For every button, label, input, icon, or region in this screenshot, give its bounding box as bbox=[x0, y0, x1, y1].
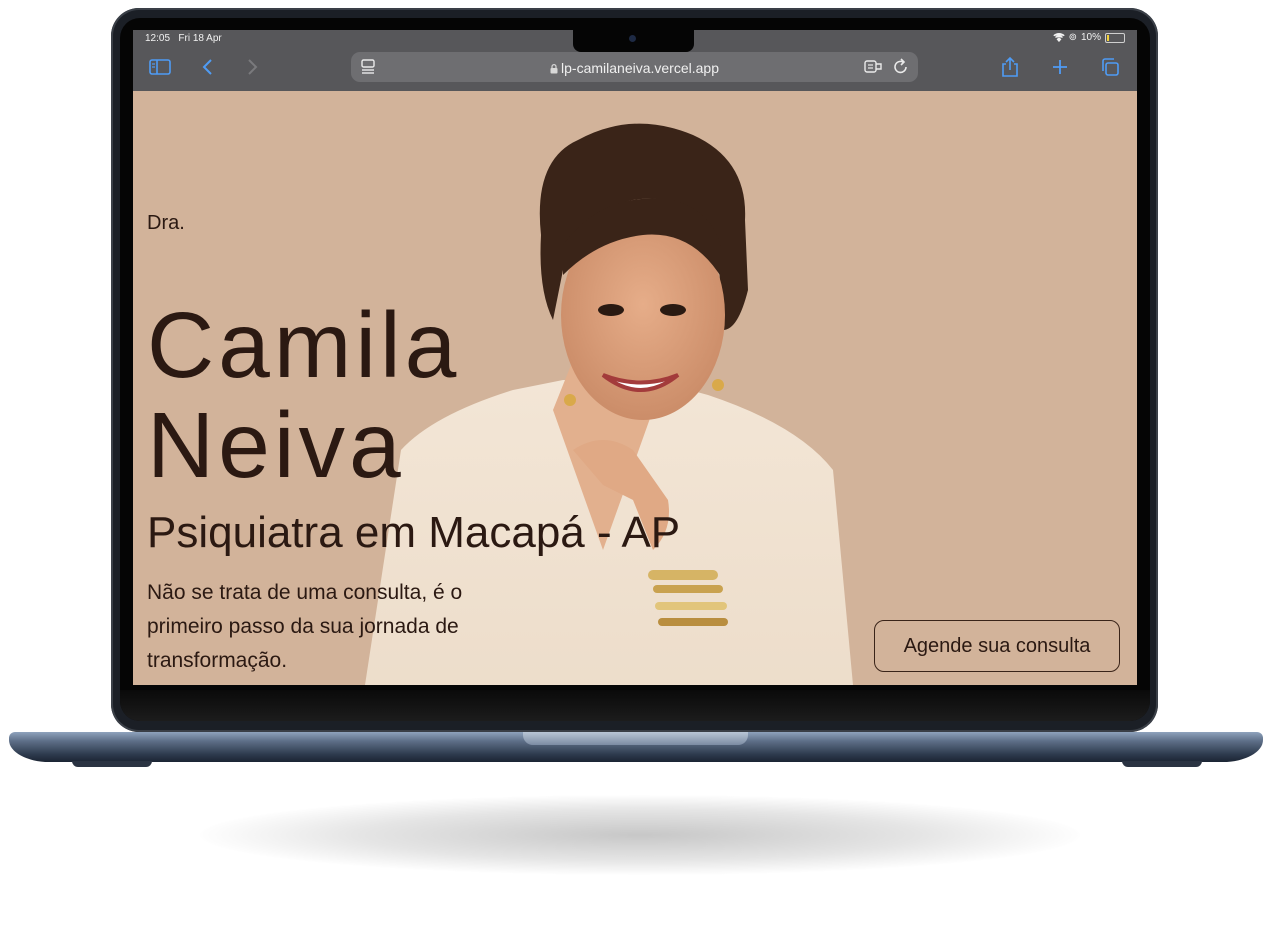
battery-percent: 10% bbox=[1080, 32, 1101, 43]
url-text: lp-camilaneiva.vercel.app bbox=[561, 60, 719, 76]
first-name: Camila bbox=[147, 293, 461, 397]
schedule-appointment-button[interactable]: Agende sua consulta bbox=[874, 620, 1120, 672]
date: Fri 18 Apr bbox=[178, 33, 222, 44]
status-time: 12:05 Fri 18 Apr bbox=[145, 33, 222, 44]
device-shadow bbox=[200, 795, 1080, 875]
foot-left bbox=[72, 761, 152, 767]
screen: 12:05 Fri 18 Apr ⊚ 10% lp-camilaneiva.ve… bbox=[133, 30, 1137, 685]
battery-icon bbox=[1105, 32, 1125, 43]
share-icon[interactable] bbox=[999, 53, 1021, 81]
opening-notch bbox=[523, 732, 748, 745]
foot-right bbox=[1122, 761, 1202, 767]
clock: 12:05 bbox=[145, 33, 171, 44]
status-indicators: ⊚ 10% bbox=[1052, 32, 1125, 43]
browser-toolbar: 12:05 Fri 18 Apr ⊚ 10% lp-camilaneiva.ve… bbox=[133, 30, 1137, 91]
doctor-name: Camila Neiva bbox=[147, 295, 460, 495]
camera-notch bbox=[573, 30, 694, 52]
reload-icon[interactable] bbox=[893, 58, 909, 80]
hero-description: Não se trata de uma consulta, é o primei… bbox=[147, 581, 463, 672]
sidebar-icon[interactable] bbox=[147, 53, 173, 81]
plus-icon[interactable] bbox=[1049, 53, 1071, 81]
hero-subtitle: Psiquiatra em Macapá - AP bbox=[147, 508, 681, 557]
url-display[interactable]: lp-camilaneiva.vercel.app bbox=[351, 60, 918, 76]
forward-icon[interactable] bbox=[243, 53, 263, 81]
title-prefix: Dra. bbox=[147, 212, 185, 234]
wifi-icon bbox=[1052, 33, 1065, 42]
address-bar[interactable]: lp-camilaneiva.vercel.app bbox=[351, 52, 918, 82]
tabs-icon[interactable] bbox=[1099, 53, 1121, 81]
camera-icon bbox=[629, 35, 636, 42]
reader-icon[interactable] bbox=[864, 59, 882, 79]
orientation-lock-icon: ⊚ bbox=[1068, 32, 1077, 43]
bezel-chin bbox=[120, 690, 1150, 721]
back-icon[interactable] bbox=[197, 53, 217, 81]
lock-icon bbox=[550, 64, 558, 74]
last-name: Neiva bbox=[147, 393, 405, 497]
